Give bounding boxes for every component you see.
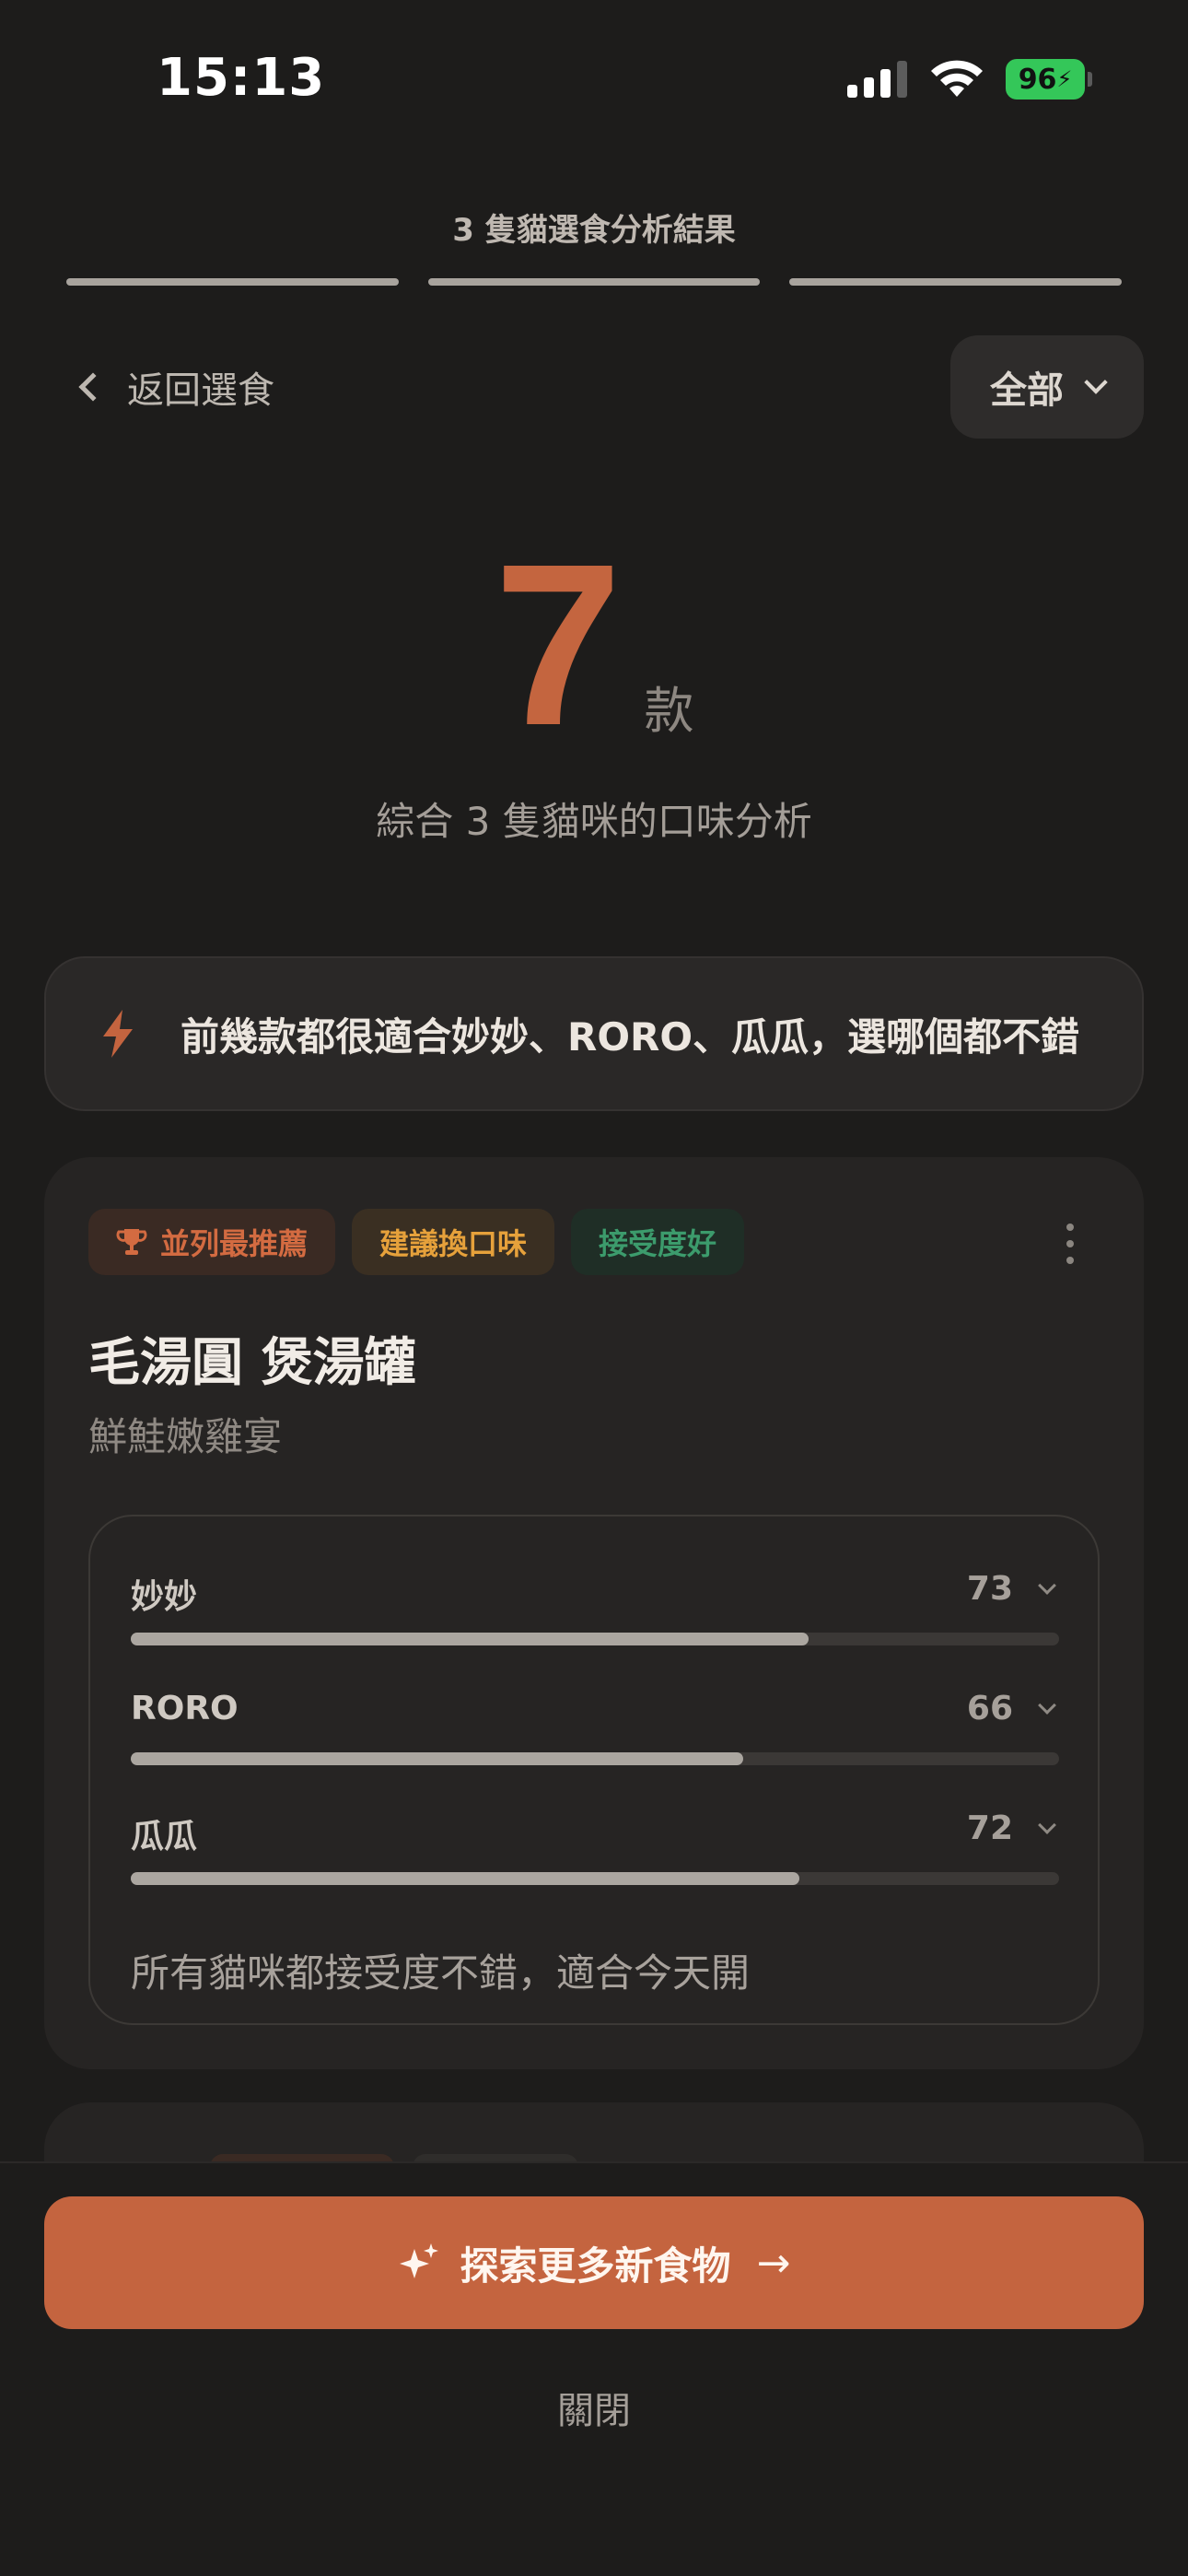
bottom-action-bar: 探索更多新食物 → 關閉	[0, 2161, 1188, 2576]
arrow-right-icon: →	[756, 2239, 791, 2287]
score-value: 66	[966, 1690, 1013, 1727]
status-icons: 96 ⚡	[847, 57, 1092, 101]
chevron-down-icon	[1084, 370, 1108, 394]
chevron-down-icon	[1038, 1575, 1056, 1595]
explore-more-button[interactable]: 探索更多新食物 →	[44, 2196, 1144, 2329]
page-title: 3 隻貓選食分析結果	[452, 212, 736, 249]
tag-label: 建議換口味	[379, 1226, 528, 1261]
status-bar: 15:13 96 ⚡	[0, 0, 1188, 157]
result-count: 7 款	[0, 516, 1188, 773]
count-number: 7	[494, 516, 623, 773]
score-value: 72	[966, 1809, 1013, 1847]
score-row[interactable]: 瓜瓜 72	[131, 1809, 1059, 1902]
more-options-icon[interactable]	[1061, 1224, 1079, 1264]
lightning-icon	[103, 1010, 133, 1058]
cat-name: 瓜瓜	[131, 1818, 198, 1856]
filter-dropdown[interactable]: 全部	[950, 335, 1144, 439]
progress-segment	[66, 278, 399, 286]
tip-text: 前幾款都很適合妙妙、RORO、瓜瓜，選哪個都不錯	[181, 1013, 1080, 1060]
tip-card: 前幾款都很適合妙妙、RORO、瓜瓜，選哪個都不錯	[44, 956, 1144, 1111]
cellular-signal-icon	[847, 61, 907, 98]
chevron-down-icon	[1038, 1695, 1056, 1715]
tag-top-recommended: 並列最推薦	[88, 1209, 336, 1275]
score-row[interactable]: 妙妙 73	[131, 1570, 1059, 1662]
home-indicator	[0, 2521, 1188, 2576]
score-bar-fill	[131, 1752, 744, 1765]
sparkle-icon	[399, 2243, 438, 2278]
food-card[interactable]: 並列最推薦 建議換口味 接受度好 毛湯圓 煲湯罐 鮮鮭嫩雞宴 妙妙 73 ROR…	[44, 1157, 1144, 2069]
food-flavor: 鮮鮭嫩雞宴	[88, 1414, 283, 1459]
filter-label: 全部	[990, 369, 1064, 412]
score-bar-fill	[131, 1633, 809, 1645]
back-label: 返回選食	[127, 369, 274, 412]
status-time: 15:13	[157, 48, 326, 108]
count-subtitle: 綜合 3 隻貓咪的口味分析	[376, 799, 812, 844]
progress-segment	[789, 278, 1123, 286]
progress-indicator	[66, 278, 1123, 286]
cat-name: 妙妙	[131, 1578, 198, 1616]
count-unit: 款	[644, 682, 694, 740]
battery-level: 96	[1018, 63, 1057, 96]
battery-charging-icon: 96 ⚡	[1006, 59, 1092, 100]
close-button[interactable]: 關閉	[0, 2381, 1188, 2434]
score-bar	[131, 1872, 1059, 1885]
tag-good-acceptance: 接受度好	[571, 1209, 745, 1275]
tag-suggest-switch: 建議換口味	[352, 1209, 555, 1275]
tag-label: 並列最推薦	[160, 1226, 309, 1261]
chevron-down-icon	[1038, 1815, 1056, 1834]
score-bar	[131, 1752, 1059, 1765]
food-name: 毛湯圓 煲湯罐	[88, 1333, 416, 1393]
explore-more-label: 探索更多新食物	[460, 2242, 731, 2289]
wifi-icon	[931, 60, 983, 97]
progress-segment	[427, 278, 761, 286]
chevron-left-icon	[78, 372, 108, 402]
back-button[interactable]: 返回選食	[74, 357, 274, 416]
score-row[interactable]: RORO 66	[131, 1690, 1059, 1782]
score-panel: 妙妙 73 RORO 66 瓜瓜 72 所有貓咪都接受度不錯，適合今天開	[88, 1515, 1100, 2025]
trophy-icon	[116, 1229, 147, 1255]
charging-bolt-icon: ⚡	[1056, 66, 1073, 92]
score-bar-fill	[131, 1872, 799, 1885]
score-value: 73	[966, 1570, 1013, 1608]
tag-list: 並列最推薦 建議換口味 接受度好	[88, 1209, 745, 1275]
score-bar	[131, 1633, 1059, 1645]
score-note: 所有貓咪都接受度不錯，適合今天開	[131, 1950, 751, 1996]
tag-label: 接受度好	[599, 1226, 717, 1261]
cat-name: RORO	[131, 1690, 239, 1727]
